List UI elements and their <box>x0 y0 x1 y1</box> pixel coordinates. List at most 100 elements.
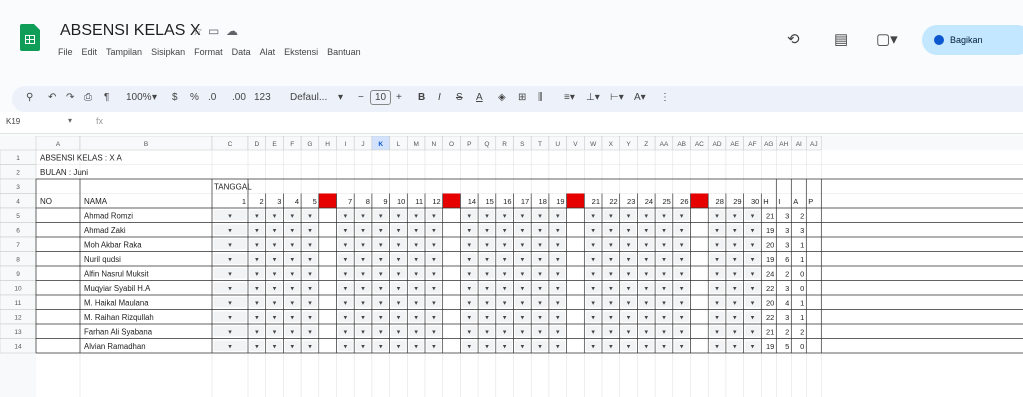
undo-icon[interactable]: ↶ <box>48 92 56 103</box>
row-number: 14 <box>14 344 22 351</box>
dropdown-arrow-icon: ▾ <box>485 329 489 336</box>
dropdown-arrow-icon: ▾ <box>715 329 719 336</box>
dropdown-arrow-icon: ▾ <box>627 286 631 293</box>
summary-value: 22 <box>766 284 774 293</box>
spreadsheet-grid[interactable]: A B C D E F G H I J K L M N O P Q R S T U V W X Y Z AA AB AC AD AE AF AG… <box>0 136 1023 397</box>
dropdown-arrow-icon: ▾ <box>467 344 471 351</box>
holiday-empty-cell <box>691 295 708 309</box>
redo-icon[interactable]: ↷ <box>66 92 74 103</box>
comments-icon[interactable]: ▤ <box>834 30 848 48</box>
currency-format-button[interactable]: $ <box>172 92 178 103</box>
summary-value: 1 <box>800 299 804 308</box>
summary-value: 5 <box>785 342 789 351</box>
font-size-increase-icon[interactable]: + <box>396 92 402 103</box>
merge-cells-icon[interactable]: ⫼ <box>538 92 543 103</box>
dropdown-arrow-icon: ▾ <box>414 228 418 235</box>
dropdown-arrow-icon: ▾ <box>715 300 719 307</box>
menu-item-alat[interactable]: Alat <box>260 47 276 61</box>
paint-format-icon[interactable]: ¶ <box>104 92 109 103</box>
dropdown-arrow-icon: ▾ <box>361 329 365 336</box>
holiday-empty-cell <box>443 281 460 295</box>
dropdown-arrow-icon: ▾ <box>680 257 684 264</box>
bold-icon[interactable]: B <box>418 92 425 103</box>
increase-decimal-button[interactable]: .00 <box>232 92 246 103</box>
vertical-align-icon[interactable]: ⊥▾ <box>586 92 600 103</box>
text-color-icon[interactable]: A <box>476 92 483 103</box>
align-icon[interactable]: ≡▾ <box>564 92 575 103</box>
history-icon[interactable]: ⟲ <box>787 30 800 48</box>
column-letter: AC <box>695 141 704 148</box>
dropdown-arrow-icon: ▾ <box>273 300 277 307</box>
holiday-empty-cell <box>443 208 460 222</box>
number-format-button[interactable]: 123 <box>254 92 271 103</box>
dropdown-arrow-icon: ▾ <box>467 300 471 307</box>
student-name: M. Haikal Maulana <box>84 299 149 308</box>
dropdown-arrow-icon: ▾ <box>308 315 312 322</box>
share-button[interactable]: Bagikan <box>922 25 1023 55</box>
dropdown-arrow-icon: ▾ <box>485 228 489 235</box>
dropdown-arrow-icon: ▾ <box>290 228 294 235</box>
zoom-select[interactable]: 100% <box>126 92 152 103</box>
font-size-decrease-icon[interactable]: − <box>358 92 364 103</box>
decrease-decimal-button[interactable]: .0 <box>208 92 216 103</box>
search-icon[interactable]: ⚲ <box>26 92 33 103</box>
dropdown-arrow-icon: ▾ <box>751 257 755 264</box>
holiday-empty-cell <box>319 252 336 266</box>
dropdown-arrow-icon: ▾ <box>308 242 312 249</box>
document-title[interactable]: ABSENSI KELAS X <box>60 22 201 40</box>
dropdown-arrow-icon: ▾ <box>361 344 365 351</box>
dropdown-arrow-icon: ▾ <box>228 213 232 220</box>
dropdown-arrow-icon: ▾ <box>680 286 684 293</box>
menu-item-bantuan[interactable]: Bantuan <box>327 47 361 61</box>
dropdown-arrow-icon: ▾ <box>733 286 737 293</box>
move-folder-icon[interactable]: ▭ <box>208 24 219 38</box>
font-size-input[interactable]: 10 <box>370 90 392 105</box>
text-wrap-icon[interactable]: ⊢▾ <box>610 92 624 103</box>
strikethrough-icon[interactable]: S <box>456 92 463 103</box>
fill-color-icon[interactable]: ◈ <box>498 92 506 103</box>
dropdown-arrow-icon: ▾ <box>290 271 294 278</box>
dropdown-arrow-icon: ▾ <box>255 228 259 235</box>
menu-item-ekstensi[interactable]: Ekstensi <box>284 47 318 61</box>
italic-icon[interactable]: I <box>438 92 441 103</box>
borders-icon[interactable]: ⊞ <box>518 92 526 103</box>
font-dropdown-icon[interactable]: ▾ <box>338 92 343 103</box>
dropdown-arrow-icon: ▾ <box>521 257 525 264</box>
star-icon[interactable]: ☆ <box>192 24 203 38</box>
dropdown-arrow-icon: ▾ <box>627 228 631 235</box>
date-header: 29 <box>733 197 741 206</box>
dropdown-arrow-icon: ▾ <box>273 257 277 264</box>
more-icon[interactable]: ⋮ <box>660 92 670 103</box>
tanggal-label: TANGGAL <box>214 183 252 192</box>
dropdown-arrow-icon: ▾ <box>361 315 365 322</box>
holiday-empty-cell <box>443 237 460 251</box>
name-box[interactable]: K19 <box>6 117 20 126</box>
menu-item-file[interactable]: File <box>58 47 73 61</box>
dropdown-arrow-icon: ▾ <box>344 257 348 264</box>
dropdown-arrow-icon: ▾ <box>733 242 737 249</box>
dropdown-arrow-icon: ▾ <box>751 286 755 293</box>
dropdown-arrow-icon: ▾ <box>432 228 436 235</box>
sheets-logo-icon[interactable] <box>20 24 40 51</box>
dropdown-arrow-icon: ▾ <box>397 315 401 322</box>
print-icon[interactable]: ⎙ <box>84 92 92 103</box>
cloud-status-icon[interactable]: ☁ <box>226 24 238 38</box>
name-box-dropdown-icon[interactable]: ▾ <box>68 116 72 125</box>
dropdown-arrow-icon: ▾ <box>344 271 348 278</box>
menu-item-tampilan[interactable]: Tampilan <box>106 47 142 61</box>
zoom-dropdown-icon[interactable]: ▾ <box>152 92 157 103</box>
menu-item-edit[interactable]: Edit <box>82 47 98 61</box>
dropdown-arrow-icon: ▾ <box>751 213 755 220</box>
dropdown-arrow-icon: ▾ <box>485 271 489 278</box>
menu-item-sisipkan[interactable]: Sisipkan <box>151 47 185 61</box>
menu-item-format[interactable]: Format <box>194 47 223 61</box>
dropdown-arrow-icon: ▾ <box>308 329 312 336</box>
menu-item-data[interactable]: Data <box>232 47 251 61</box>
text-rotation-icon[interactable]: A▾ <box>634 92 646 103</box>
dropdown-arrow-icon: ▾ <box>680 344 684 351</box>
row-number: 8 <box>16 257 20 264</box>
date-header: 10 <box>397 197 405 206</box>
meet-icon[interactable]: ▢▾ <box>876 30 898 48</box>
percent-format-button[interactable]: % <box>190 92 199 103</box>
font-select[interactable]: Defaul... <box>290 92 327 103</box>
